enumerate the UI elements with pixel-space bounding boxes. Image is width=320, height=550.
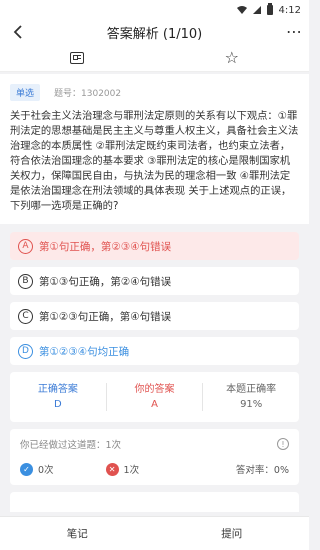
accuracy-rate-label: 本题正确率 — [226, 384, 277, 395]
right-count: 0次 — [38, 465, 54, 476]
next-section-peek — [10, 492, 299, 512]
bottom-bar: 笔记 提问 — [0, 516, 309, 550]
favorite-button[interactable]: ☆ — [155, 44, 310, 71]
options-list: A 第①句正确，第②③④句错误 B 第①③句正确，第②④句错误 C 第①②③句正… — [0, 224, 309, 365]
content: 单选 题号：1302002 关于社会主义法治理念与罪刑法定原则的关系有以下观点：… — [0, 74, 309, 516]
question-card: 单选 题号：1302002 关于社会主义法治理念与罪刑法定原则的关系有以下观点：… — [0, 74, 309, 224]
your-answer-value: A — [151, 399, 158, 410]
history-count-text: 你已经做过这道题：1次 — [20, 440, 122, 451]
option-letter: A — [18, 238, 33, 254]
status-bar: 4:12 — [0, 0, 309, 20]
close-icon: ✕ — [105, 462, 119, 476]
option-text: 第①②③④句均正确 — [39, 345, 130, 358]
wifi-icon — [236, 6, 247, 14]
your-answer-stat: 你的答案 A — [107, 382, 203, 412]
option-a[interactable]: A 第①句正确，第②③④句错误 — [10, 232, 299, 260]
question-meta: 单选 题号：1302002 — [10, 84, 299, 101]
check-icon: ✓ — [20, 462, 33, 476]
option-c[interactable]: C 第①②③句正确，第④句错误 — [10, 302, 299, 330]
correct-answer-value: D — [53, 399, 62, 410]
option-text: 第①句正确，第②③④句错误 — [39, 240, 172, 253]
accuracy-rate-stat: 本题正确率 91% — [203, 382, 299, 412]
more-dots-icon[interactable]: ⋯ — [286, 22, 302, 41]
accuracy-text: 答对率：0% — [235, 465, 289, 476]
star-icon: ☆ — [224, 47, 239, 67]
question-id: 题号：1302002 — [54, 89, 122, 99]
question-text: 关于社会主义法治理念与罪刑法定原则的关系有以下观点：①罪刑法定的思想基础是民主主… — [10, 110, 299, 212]
ask-button[interactable]: 提问 — [155, 517, 310, 550]
signal-icon — [252, 6, 261, 14]
option-text: 第①②③句正确，第④句错误 — [39, 310, 172, 323]
correct-answer-stat: 正确答案 D — [10, 382, 106, 412]
answer-card-button[interactable] — [0, 44, 155, 71]
option-text: 第①③句正确，第②④句错误 — [39, 275, 172, 288]
back-chevron-icon[interactable] — [8, 22, 28, 42]
info-icon[interactable]: ! — [277, 438, 289, 450]
option-letter: D — [18, 343, 33, 359]
option-d[interactable]: D 第①②③④句均正确 — [10, 337, 299, 365]
option-b[interactable]: B 第①③句正确，第②④句错误 — [10, 267, 299, 295]
page-title: 答案解析 (1/10) — [106, 26, 203, 42]
battery-icon — [266, 3, 273, 15]
wrong-count: 1次 — [123, 465, 140, 476]
correct-answer-label: 正确答案 — [37, 384, 78, 395]
question-type-badge: 单选 — [10, 84, 41, 101]
accuracy-rate-value: 91% — [240, 399, 263, 410]
history-card: 你已经做过这道题：1次 ! ✓ 0次 ✕ 1次 答对率：0% — [10, 429, 299, 485]
notes-button[interactable]: 笔记 — [0, 517, 155, 550]
title-bar: 答案解析 (1/10) ⋯ — [0, 20, 309, 44]
status-time: 4:12 — [278, 4, 301, 16]
option-letter: B — [18, 273, 33, 289]
toolbar: ☆ — [0, 44, 309, 72]
option-letter: C — [18, 308, 33, 324]
answer-stats: 正确答案 D 你的答案 A 本题正确率 91% — [10, 372, 299, 422]
answer-card-icon — [70, 51, 85, 64]
your-answer-label: 你的答案 — [134, 384, 175, 395]
